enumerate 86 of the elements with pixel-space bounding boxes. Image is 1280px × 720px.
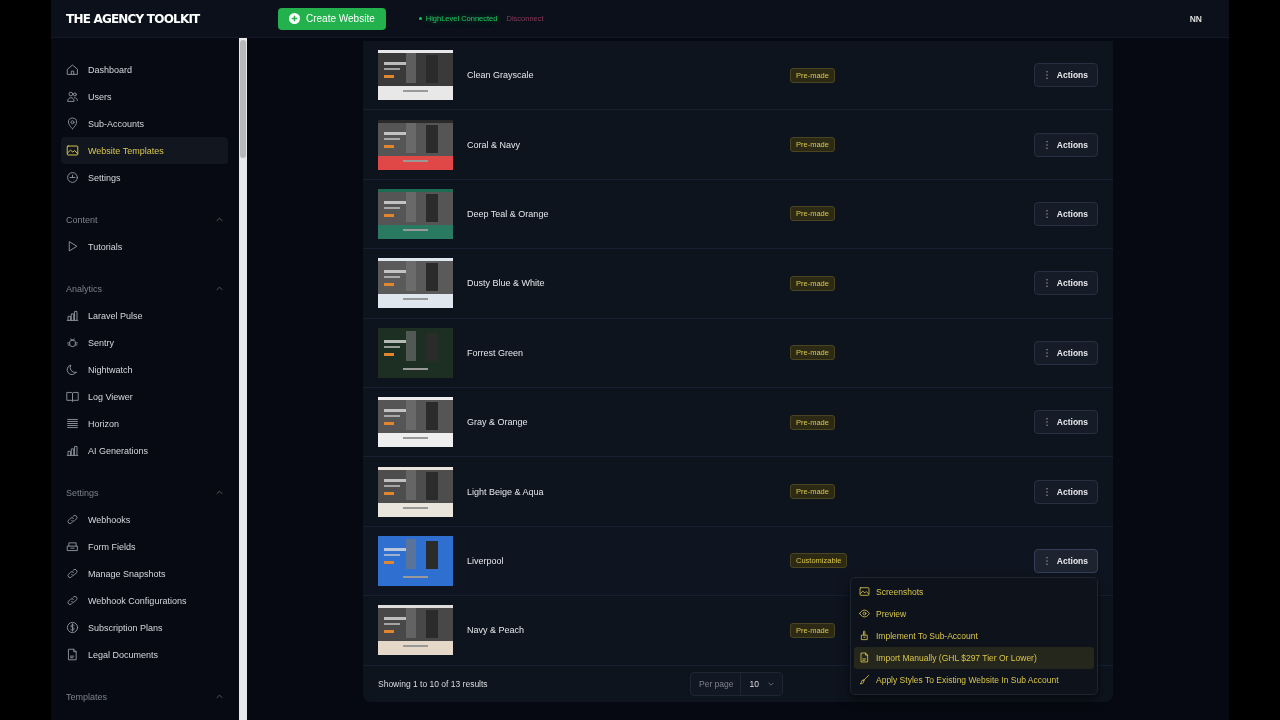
- template-name: Light Beige & Aqua: [467, 486, 545, 497]
- tray-icon: [66, 540, 79, 553]
- section-header[interactable]: Analytics: [61, 275, 228, 302]
- chevron-icon: [216, 286, 223, 291]
- scrollbar[interactable]: [240, 40, 246, 158]
- link-icon: [66, 567, 79, 580]
- actions-button[interactable]: Actions: [1033, 479, 1098, 504]
- eye-icon: [859, 608, 870, 620]
- sidebar-item[interactable]: Laravel Pulse: [61, 302, 228, 329]
- sidebar-item[interactable]: Horizon: [61, 410, 228, 437]
- link-icon: [66, 513, 79, 526]
- bars-icon: [66, 309, 79, 322]
- sidebar-item[interactable]: Sentry: [61, 329, 228, 356]
- chevron-icon: [216, 217, 223, 222]
- results-summary: Showing 1 to 10 of 13 results: [378, 678, 489, 689]
- home-icon: [66, 63, 79, 76]
- sidebar-item[interactable]: AI Generations: [61, 437, 228, 464]
- doc-icon: [66, 648, 79, 661]
- sidebar-item[interactable]: Settings: [61, 164, 228, 191]
- pin-icon: [66, 117, 79, 130]
- sidebar-item[interactable]: Legal Documents: [61, 641, 228, 668]
- more-icon: [1045, 140, 1048, 149]
- doc-icon: [859, 652, 870, 664]
- brush-icon: [859, 674, 870, 686]
- template-name: Navy & Peach: [467, 625, 526, 636]
- logo[interactable]: THE AGENCY TOOLKIT: [66, 11, 278, 26]
- sidebar-item[interactable]: Webhooks: [61, 506, 228, 533]
- actions-button[interactable]: Actions: [1033, 410, 1098, 435]
- dollar-icon: [66, 621, 79, 634]
- lines-icon: [66, 417, 79, 430]
- image-icon: [66, 144, 79, 157]
- sidebar-item[interactable]: Subscription Plans: [61, 614, 228, 641]
- user-avatar[interactable]: NN: [1189, 13, 1202, 24]
- more-icon: [1045, 279, 1048, 288]
- template-name: Gray & Orange: [467, 417, 529, 428]
- more-icon: [1045, 487, 1048, 496]
- template-name: Coral & Navy: [467, 139, 521, 150]
- menu-item[interactable]: Screenshots: [854, 580, 1094, 603]
- sidebar-item[interactable]: Form Fields: [61, 533, 228, 560]
- menu-item[interactable]: Implement To Sub-Account: [854, 624, 1094, 647]
- sidebar-item[interactable]: Webhook Configurations: [61, 587, 228, 614]
- more-icon: [1045, 348, 1048, 357]
- bars-icon: [66, 444, 79, 457]
- menu-item[interactable]: Import Manually (GHL $297 Tier Or Lower): [854, 646, 1094, 669]
- image-icon: [859, 586, 870, 598]
- more-icon: [1045, 71, 1048, 80]
- more-icon: [1045, 418, 1048, 427]
- template-name: Deep Teal & Orange: [467, 208, 550, 219]
- more-icon: [1045, 209, 1048, 218]
- template-name: Dusty Blue & White: [467, 278, 546, 289]
- sidebar-item[interactable]: Log Viewer: [61, 383, 228, 410]
- actions-button[interactable]: Actions: [1033, 340, 1098, 365]
- section-header[interactable]: Settings: [61, 479, 228, 506]
- settings-icon: [66, 171, 79, 184]
- plus-icon: [289, 13, 300, 24]
- sidebar-item[interactable]: Dashboard: [61, 56, 228, 83]
- template-name: Liverpool: [467, 555, 505, 566]
- actions-button[interactable]: Actions: [1033, 132, 1098, 157]
- sidebar-item[interactable]: Website Templates: [61, 137, 228, 164]
- section-header[interactable]: Templates: [61, 683, 228, 710]
- hand-icon: [859, 630, 870, 642]
- book-icon: [66, 390, 79, 403]
- sidebar-item[interactable]: Tutorials: [61, 233, 228, 260]
- more-icon: [1045, 556, 1048, 565]
- actions-button[interactable]: Actions: [1033, 271, 1098, 296]
- per-page-select[interactable]: Per page 10: [690, 671, 783, 696]
- moon-icon: [66, 363, 79, 376]
- actions-button[interactable]: Actions: [1033, 63, 1098, 88]
- sidebar-item[interactable]: Nightwatch: [61, 356, 228, 383]
- actions-button[interactable]: Actions: [1033, 548, 1098, 573]
- bug-icon: [66, 336, 79, 349]
- menu-item[interactable]: Apply Styles To Existing Website In Sub Account: [854, 668, 1094, 691]
- sidebar-item[interactable]: Sub-Accounts: [61, 110, 228, 137]
- actions-button[interactable]: Actions: [1033, 201, 1098, 226]
- chevron-icon: [216, 694, 223, 699]
- link-icon: [66, 594, 79, 607]
- sidebar-item[interactable]: Manage Snapshots: [61, 560, 228, 587]
- chevron-icon: [216, 490, 223, 495]
- section-header[interactable]: Content: [61, 206, 228, 233]
- template-name: Forrest Green: [467, 347, 525, 358]
- play-icon: [66, 240, 79, 253]
- template-name: Clean Grayscale: [467, 70, 535, 81]
- users-icon: [66, 90, 79, 103]
- sidebar-item[interactable]: Users: [61, 83, 228, 110]
- chevron-down-icon: [767, 681, 774, 686]
- menu-item[interactable]: Preview: [854, 602, 1094, 625]
